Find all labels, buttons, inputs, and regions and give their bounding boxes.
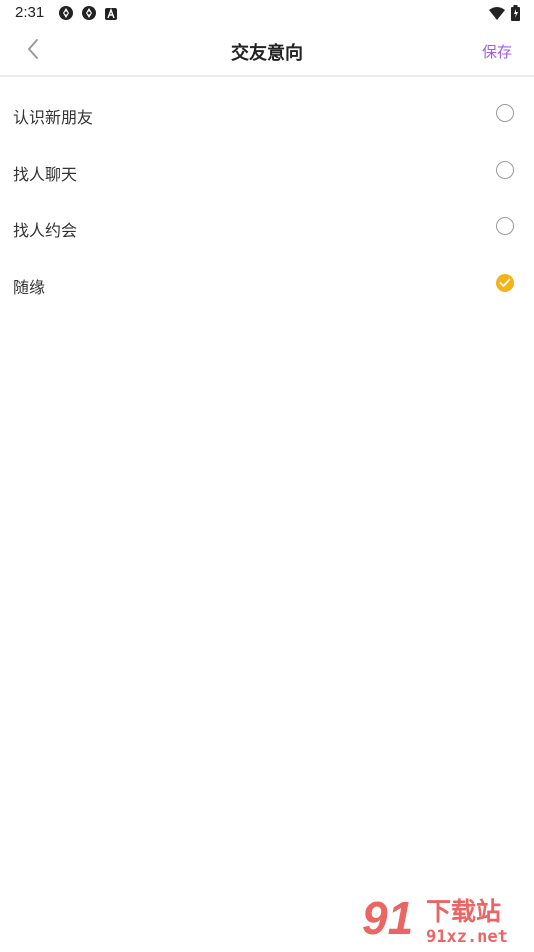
watermark-domain: 91xz.net [426,927,508,947]
radio-unchecked-icon[interactable] [496,160,514,179]
battery-icon [511,5,520,25]
option-make-new-friends[interactable]: 认识新朋友 [0,86,534,143]
notification-icons [58,5,118,25]
option-label: 找人约会 [13,221,78,240]
radio-unchecked-icon[interactable] [496,217,514,235]
radio-checked-icon[interactable] [496,273,514,292]
radio-unchecked-icon[interactable] [496,104,514,122]
watermark-logo-text: 91 [362,892,413,944]
save-button[interactable]: 保存 [482,41,512,62]
option-find-chat[interactable]: 找人聊天 [0,143,534,200]
intention-options: 认识新朋友 找人聊天 找人约会 随缘 [0,86,534,312]
watermark-logo: 91 下载站 91xz.net [360,890,530,948]
wifi-icon [489,6,505,25]
aperture-icon [58,5,74,25]
option-find-date[interactable]: 找人约会 [0,199,534,256]
app-a-icon [104,6,118,25]
status-bar: 2:31 [0,0,534,28]
option-whatever[interactable]: 随缘 [0,256,534,313]
option-label: 认识新朋友 [13,108,94,127]
header: 交友意向 保存 [0,28,534,77]
system-icons [489,5,520,25]
page-title: 交友意向 [231,43,303,64]
status-time: 2:31 [15,4,45,21]
option-label: 找人聊天 [13,164,78,184]
watermark-site-name: 下载站 [426,897,501,926]
option-label: 随缘 [13,277,46,297]
aperture-icon [81,5,97,25]
